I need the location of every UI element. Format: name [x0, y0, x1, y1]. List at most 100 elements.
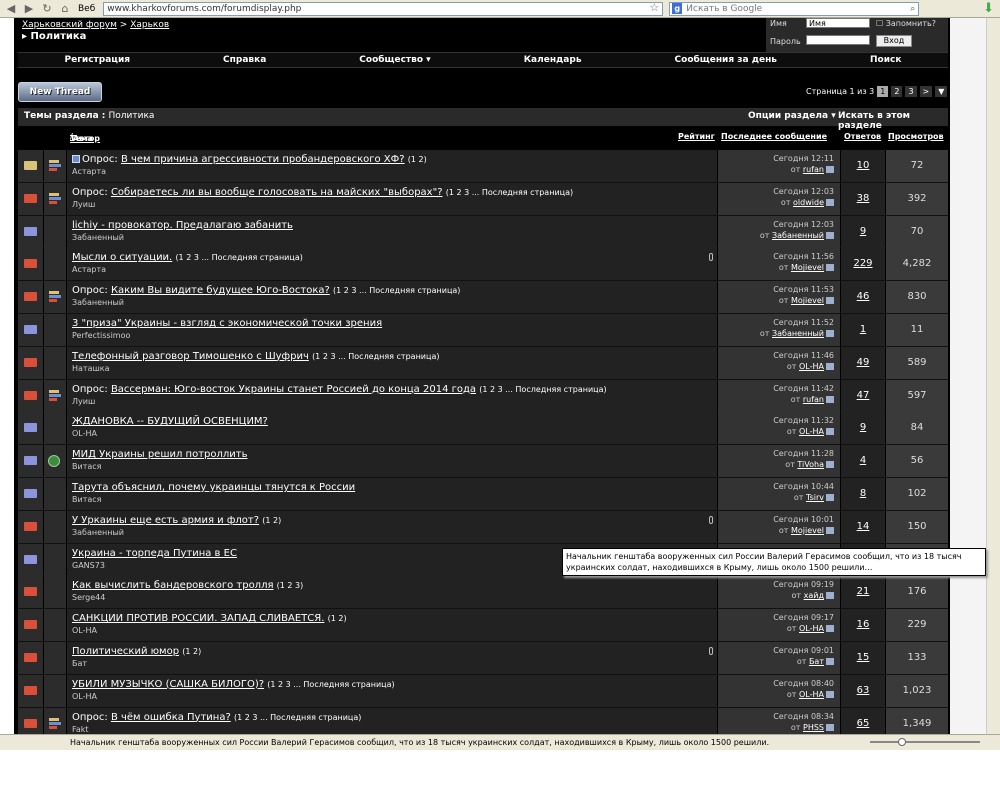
thread-author[interactable]: Витася	[72, 462, 101, 471]
thread-title-link[interactable]: Собираетесь ли вы вообще голосовать на м…	[111, 187, 443, 198]
last-poster-link[interactable]: хайд	[804, 591, 824, 600]
nav-search[interactable]: Поиск	[870, 55, 901, 65]
thread-title-link[interactable]: lichiy - провокатор. Предалагаю забанить	[72, 220, 293, 231]
thread-author[interactable]: OL-HA	[72, 429, 97, 438]
thread-pages[interactable]: (1 2 3 ... Последняя страница)	[267, 680, 394, 689]
thread-pages[interactable]: (1 2 3 ... Последняя страница)	[234, 713, 361, 722]
go-to-last-post-icon[interactable]	[826, 329, 834, 337]
replies-link[interactable]: 16	[857, 619, 870, 630]
search-icon[interactable]: ⌕	[910, 4, 915, 14]
back-icon[interactable]: ◀	[4, 2, 18, 16]
replies-link[interactable]: 63	[857, 685, 870, 696]
replies-link[interactable]: 1	[860, 324, 866, 335]
go-to-last-post-icon[interactable]	[826, 362, 834, 370]
thread-author[interactable]: Луиш	[72, 200, 95, 209]
go-to-last-post-icon[interactable]	[826, 723, 834, 731]
remember-checkbox[interactable]: ☐ Запомнить?	[876, 19, 936, 28]
scrollbar[interactable]	[986, 18, 1000, 734]
replies-link[interactable]: 15	[857, 652, 870, 663]
home-icon[interactable]: ⌂	[58, 2, 72, 16]
thread-title-link[interactable]: Как вычислить бандеровского тролля	[72, 580, 273, 591]
go-to-last-post-icon[interactable]	[826, 592, 834, 600]
sort-views[interactable]: Просмотров	[888, 132, 944, 141]
thread-title-link[interactable]: МИД Украины решил потроллить	[72, 449, 248, 460]
thread-author[interactable]: Наташка	[72, 364, 110, 373]
thread-author[interactable]: Serge44	[72, 593, 105, 602]
nav-help[interactable]: Справка	[223, 55, 266, 65]
thread-title-link[interactable]: УБИЛИ МУЗЫЧКО (САШКА БИЛОГО)?	[72, 679, 264, 690]
thread-author[interactable]: Забаненный	[72, 528, 124, 537]
last-poster-link[interactable]: Mojievel	[791, 296, 824, 305]
thread-author[interactable]: OL-HA	[72, 626, 97, 635]
thread-title-link[interactable]: В чём ошибка Путина?	[111, 712, 231, 723]
last-poster-link[interactable]: Tsirv	[806, 493, 824, 502]
thread-title-link[interactable]: САНКЦИИ ПРОТИВ РОССИИ. ЗАПАД СЛИВАЕТСЯ.	[72, 613, 324, 624]
go-to-last-post-icon[interactable]	[826, 166, 834, 173]
replies-link[interactable]: 229	[853, 258, 872, 269]
page-2[interactable]: 2	[891, 86, 903, 97]
thread-pages[interactable]: (1 2 3 ... Последняя страница)	[312, 352, 439, 361]
thread-author[interactable]: GANS73	[72, 561, 105, 570]
thread-title-link[interactable]: Мысли о ситуации.	[72, 252, 172, 263]
password-field[interactable]	[806, 35, 870, 45]
last-poster-link[interactable]: OL-HA	[799, 624, 824, 633]
go-to-last-post-icon[interactable]	[826, 526, 834, 534]
last-poster-link[interactable]: Бат	[809, 657, 824, 666]
replies-link[interactable]: 4	[860, 455, 866, 466]
thread-pages[interactable]: (1 2 3 ... Последняя страница)	[479, 385, 606, 394]
thread-author[interactable]: Астарта	[72, 167, 106, 176]
nav-todays-posts[interactable]: Сообщения за день	[675, 55, 777, 65]
thread-pages[interactable]: (1 2 3)	[277, 581, 304, 590]
replies-link[interactable]: 14	[857, 521, 870, 532]
sort-replies[interactable]: Ответов	[844, 132, 881, 141]
last-poster-link[interactable]: rufan	[803, 165, 824, 174]
last-poster-link[interactable]: OL-HA	[799, 690, 824, 699]
thread-pages[interactable]: (1 2)	[182, 647, 201, 656]
thread-author[interactable]: Бат	[72, 659, 87, 668]
page-next[interactable]: >	[919, 86, 933, 97]
forward-icon[interactable]: ▶	[22, 2, 36, 16]
replies-link[interactable]: 9	[860, 422, 866, 433]
zoom-handle[interactable]	[898, 738, 906, 746]
thread-pages[interactable]: (1 2)	[408, 155, 427, 164]
go-to-last-post-icon[interactable]	[826, 461, 834, 469]
thread-title-link[interactable]: Телефонный разговор Тимошенко с Шуфрич	[72, 351, 309, 362]
thread-pages[interactable]: (1 2)	[262, 516, 281, 525]
username-field[interactable]	[806, 18, 870, 28]
last-poster-link[interactable]: Забаненный	[772, 231, 824, 240]
go-to-last-post-icon[interactable]	[826, 625, 834, 633]
last-poster-link[interactable]: oldwide	[793, 198, 824, 207]
zoom-slider[interactable]	[870, 738, 980, 746]
sort-last-post[interactable]: Последнее сообщение	[721, 132, 827, 141]
login-button[interactable]: Вход	[876, 35, 912, 47]
last-poster-link[interactable]: OL-HA	[799, 362, 824, 371]
replies-link[interactable]: 49	[857, 357, 870, 368]
reload-icon[interactable]: ↻	[40, 2, 54, 16]
replies-link[interactable]: 65	[857, 718, 870, 729]
replies-link[interactable]: 38	[857, 193, 870, 204]
thread-title-link[interactable]: 3 "приза" Украины - взгляд с экономическ…	[72, 318, 382, 329]
thread-author[interactable]: Забаненный	[72, 298, 124, 307]
search-input[interactable]: g Искать в Google ⌕	[669, 1, 920, 16]
thread-pages[interactable]: (1 2 3 ... Последняя страница)	[446, 188, 573, 197]
sort-author[interactable]: Автор	[73, 134, 100, 143]
breadcrumb-parent[interactable]: Харьков	[130, 20, 169, 30]
last-poster-link[interactable]: OL-HA	[799, 427, 824, 436]
thread-pages[interactable]: (1 2 3 ... Последняя страница)	[333, 286, 460, 295]
go-to-last-post-icon[interactable]	[826, 657, 834, 665]
page-1[interactable]: 1	[877, 86, 889, 97]
thread-author[interactable]: Fakt	[72, 725, 89, 734]
thread-author[interactable]: Perfectissimoo	[72, 331, 130, 340]
thread-title-link[interactable]: Каким Вы видите будущее Юго-Востока?	[111, 285, 330, 296]
last-poster-link[interactable]: rufan	[803, 395, 824, 404]
forum-options-menu[interactable]: Опции раздела ▾	[748, 111, 836, 121]
star-icon[interactable]: ☆	[649, 1, 659, 14]
replies-link[interactable]: 9	[860, 226, 866, 237]
thread-author[interactable]: Астарта	[72, 265, 106, 274]
replies-link[interactable]: 46	[857, 291, 870, 302]
go-to-last-post-icon[interactable]	[826, 297, 834, 305]
replies-link[interactable]: 47	[857, 390, 870, 401]
thread-author[interactable]: Витася	[72, 495, 101, 504]
breadcrumb-root[interactable]: Харьковский форум	[22, 20, 117, 30]
new-thread-button[interactable]: New Thread	[18, 82, 102, 102]
